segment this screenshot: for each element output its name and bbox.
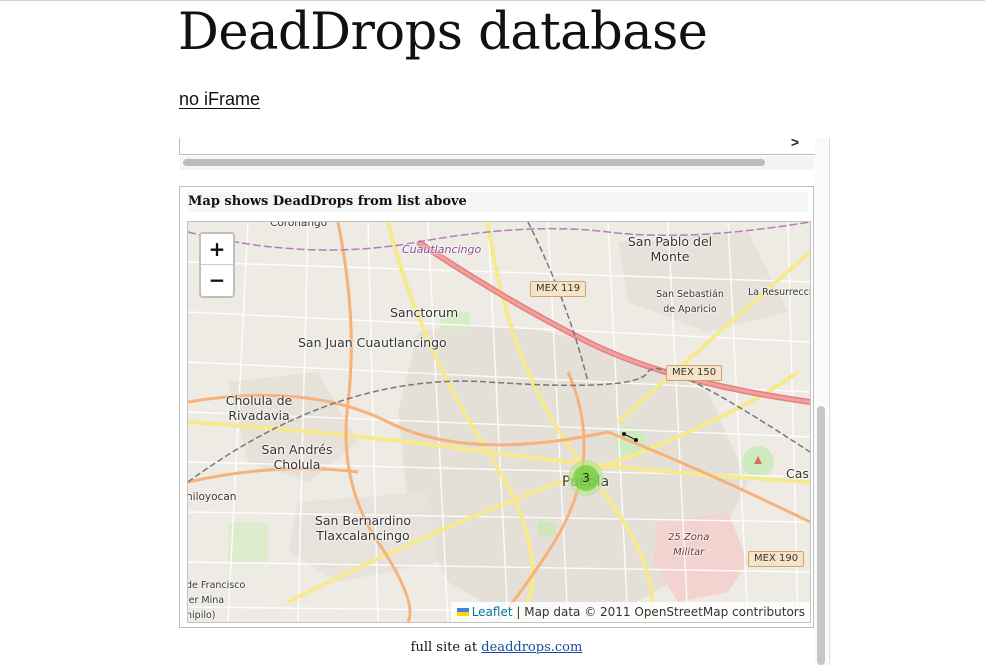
no-iframe-link[interactable]: no iFrame xyxy=(179,89,260,110)
map-section: Map shows DeadDrops from list above Coro… xyxy=(179,186,814,628)
highway-shield-mex190: MEX 190 xyxy=(748,551,805,567)
map-view[interactable]: Coronango Cuautlancingo San Pablo del Mo… xyxy=(187,221,811,623)
marker-cluster[interactable]: 3 xyxy=(568,460,604,496)
map-label-san-juan: San Juan Cuautlancingo xyxy=(298,335,447,350)
map-label-san-sebastian-line2: de Aparicio xyxy=(663,304,717,315)
highway-shield-mex119: MEX 119 xyxy=(530,281,587,297)
horizontal-scrollbar[interactable] xyxy=(180,156,814,170)
map-label-la-resurreccion: La Resurrecci xyxy=(748,287,811,298)
map-label-san-francisco: de Francisco ier Mina hipilo) xyxy=(187,578,246,622)
map-label-san-bernardino: San Bernardino Tlaxcalancingo xyxy=(315,513,411,543)
map-label-san-andres-line1: San Andrés xyxy=(261,442,333,457)
deaddrops-link[interactable]: deaddrops.com xyxy=(481,640,582,655)
zoom-out-button[interactable]: − xyxy=(201,265,233,295)
page-title: DeadDrops database xyxy=(178,3,708,62)
map-label-zona-line1: 25 Zona xyxy=(668,532,710,543)
map-label-sanctorum: Sanctorum xyxy=(390,305,459,320)
map-label-cholula-line2: Rivadavia xyxy=(228,408,290,423)
leaflet-link[interactable]: Leaflet xyxy=(472,605,513,619)
map-label-san-sebastian: San Sebastián de Aparicio xyxy=(656,287,724,317)
zoom-in-button[interactable]: + xyxy=(201,234,233,265)
map-label-cholula-line1: Cholula de xyxy=(225,393,293,408)
map-attribution: Leaflet | Map data © 2011 OpenStreetMap … xyxy=(450,602,810,622)
embedded-frame: > Map shows DeadDrops from list above Co… xyxy=(178,134,830,665)
footer-prefix: full site at xyxy=(410,640,482,655)
map-label-san-francisco-line2: ier Mina xyxy=(187,595,225,606)
map-label-zona-line2: Militar xyxy=(673,547,705,558)
map-heading: Map shows DeadDrops from list above xyxy=(187,192,808,212)
map-label-san-bernardino-line2: Tlaxcalancingo xyxy=(316,528,410,543)
zoom-control: + − xyxy=(199,232,235,298)
map-label-san-andres-line2: Cholula xyxy=(273,457,321,472)
horizontal-scroll-thumb[interactable] xyxy=(183,159,765,166)
ukraine-flag-icon xyxy=(456,608,469,616)
map-label-san-pablo-line1: San Pablo del xyxy=(627,234,713,249)
map-label-cas: Cas xyxy=(786,466,809,481)
map-label-cholula-rivadavia: Cholula de Rivadavia xyxy=(226,393,292,423)
map-label-cuautlancingo: Cuautlancingo xyxy=(402,243,482,256)
map-label-san-francisco-line3: hipilo) xyxy=(187,610,216,621)
map-label-san-andres: San Andrés Cholula xyxy=(262,442,333,472)
map-label-hiloyocan: hiloyocan xyxy=(187,491,237,503)
attribution-text: Map data © 2011 OpenStreetMap contributo… xyxy=(524,605,805,619)
marker-cluster-count: 3 xyxy=(573,465,599,491)
map-label-top: Coronango xyxy=(270,221,328,229)
map-label-san-pablo: San Pablo del Monte xyxy=(628,234,712,264)
map-label-san-bernardino-line1: San Bernardino xyxy=(314,513,412,528)
vertical-scrollbar[interactable] xyxy=(815,138,828,665)
map-label-san-francisco-line1: de Francisco xyxy=(187,580,246,591)
footer-note: full site at deaddrops.com xyxy=(178,640,815,655)
drop-list-panel: > xyxy=(179,134,816,155)
vertical-scroll-thumb[interactable] xyxy=(817,406,825,665)
list-arrow[interactable]: > xyxy=(791,134,799,150)
map-label-san-pablo-line2: Monte xyxy=(650,249,690,264)
map-label-san-sebastian-line1: San Sebastián xyxy=(656,289,724,300)
highway-shield-mex150: MEX 150 xyxy=(666,365,723,381)
top-divider xyxy=(0,0,985,1)
attribution-separator: | xyxy=(512,605,525,619)
map-label-zona-militar: 25 Zona Militar xyxy=(668,530,709,560)
